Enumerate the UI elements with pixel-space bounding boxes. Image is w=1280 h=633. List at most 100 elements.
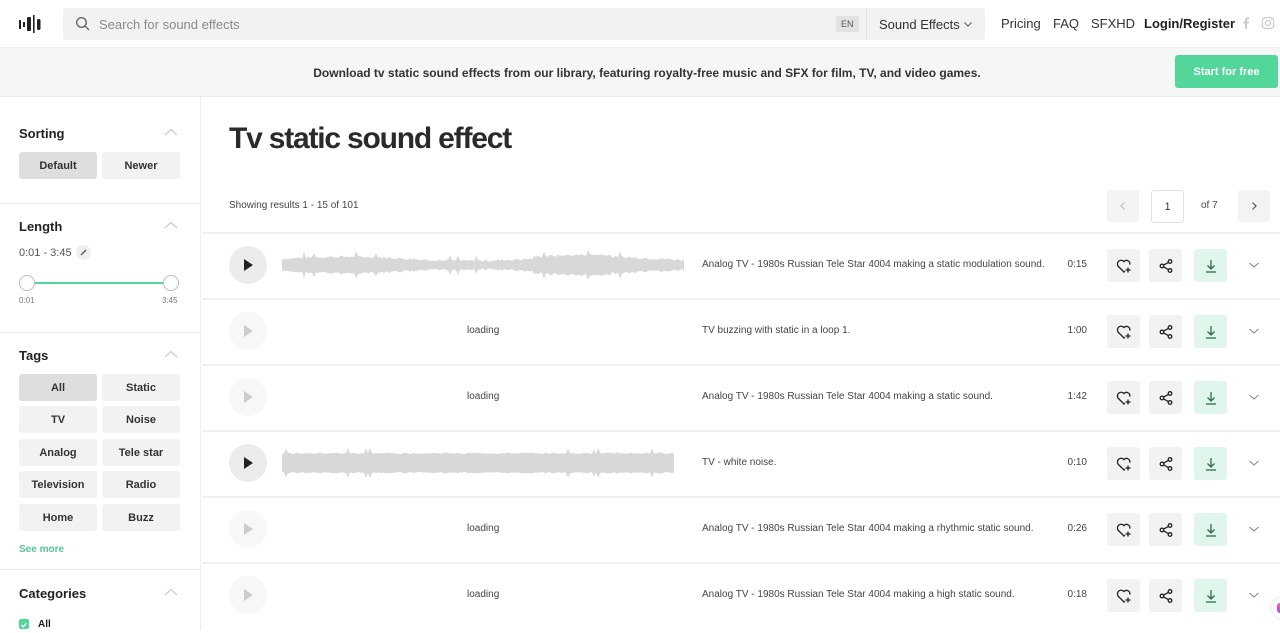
prev-page-button[interactable] <box>1107 190 1139 222</box>
tag-noise[interactable]: Noise <box>102 406 180 433</box>
tag-all[interactable]: All <box>19 374 97 401</box>
download-button[interactable] <box>1194 315 1227 348</box>
sound-row: loading TV buzzing with static in a loop… <box>202 298 1280 364</box>
category-dropdown[interactable]: Sound Effects <box>866 8 985 40</box>
chevron-up-icon[interactable] <box>164 128 178 136</box>
download-button[interactable] <box>1194 381 1227 414</box>
search-input[interactable] <box>99 16 819 32</box>
share-button[interactable] <box>1149 315 1182 348</box>
loading-text: loading <box>467 391 500 402</box>
start-for-free-button[interactable]: Start for free <box>1175 55 1278 88</box>
heart-plus-icon <box>1116 523 1130 537</box>
sort-default-button[interactable]: Default <box>19 152 97 179</box>
nav-faq[interactable]: FAQ <box>1053 16 1079 31</box>
favorite-button[interactable] <box>1107 315 1140 348</box>
favorite-button[interactable] <box>1107 513 1140 546</box>
top-header: EN Sound Effects Pricing FAQ SFXHD Login… <box>0 0 1280 48</box>
divider <box>0 203 201 204</box>
play-button[interactable] <box>229 378 267 416</box>
download-button[interactable] <box>1194 447 1227 480</box>
favorite-button[interactable] <box>1107 249 1140 282</box>
length-range-label: 0:01 - 3:45 <box>19 247 72 259</box>
share-button[interactable] <box>1149 249 1182 282</box>
expand-chevron-icon[interactable] <box>1248 459 1260 467</box>
search-bar: EN Sound Effects <box>63 8 985 40</box>
tag-static[interactable]: Static <box>102 374 180 401</box>
chevron-up-icon[interactable] <box>164 588 178 596</box>
share-button[interactable] <box>1149 447 1182 480</box>
page-number-input[interactable]: 1 <box>1151 190 1184 223</box>
favorite-button[interactable] <box>1107 447 1140 480</box>
sound-description[interactable]: Analog TV - 1980s Russian Tele Star 4004… <box>702 523 1033 534</box>
nav-sfxhd[interactable]: SFXHD <box>1091 16 1135 31</box>
site-logo-icon[interactable] <box>18 14 42 34</box>
see-more-tags-link[interactable]: See more <box>19 544 64 555</box>
expand-chevron-icon[interactable] <box>1248 327 1260 335</box>
edit-range-button[interactable] <box>76 245 91 260</box>
sound-description[interactable]: Analog TV - 1980s Russian Tele Star 4004… <box>702 589 1015 600</box>
chevron-up-icon[interactable] <box>164 350 178 358</box>
facebook-icon[interactable] <box>1239 16 1253 30</box>
download-button[interactable] <box>1194 249 1227 282</box>
play-button[interactable] <box>229 312 267 350</box>
categories-title: Categories <box>19 586 87 601</box>
sound-description[interactable]: TV buzzing with static in a loop 1. <box>702 325 850 336</box>
tag-television[interactable]: Television <box>19 471 97 498</box>
sound-duration: 0:10 <box>1067 457 1087 468</box>
next-page-button[interactable] <box>1238 190 1270 222</box>
sound-description[interactable]: Analog TV - 1980s Russian Tele Star 4004… <box>702 259 1045 270</box>
play-button[interactable] <box>229 444 267 482</box>
tag-analog[interactable]: Analog <box>19 439 97 466</box>
category-all-checkbox[interactable] <box>19 619 29 629</box>
download-icon <box>1205 391 1216 405</box>
promo-banner: Download tv static sound effects from ou… <box>0 48 1280 97</box>
instagram-icon[interactable] <box>1261 16 1275 30</box>
sound-description[interactable]: TV - white noise. <box>702 457 776 468</box>
waveform-shape <box>282 447 674 479</box>
play-icon <box>244 325 253 337</box>
waveform[interactable] <box>282 249 687 281</box>
pencil-icon <box>80 249 87 256</box>
heart-plus-icon <box>1116 589 1130 603</box>
share-button[interactable] <box>1149 381 1182 414</box>
length-slider-min-handle[interactable] <box>19 275 35 291</box>
checkmark-icon <box>21 622 27 628</box>
expand-chevron-icon[interactable] <box>1248 393 1260 401</box>
expand-chevron-icon[interactable] <box>1248 591 1260 599</box>
sound-duration: 0:15 <box>1067 259 1087 270</box>
tags-title: Tags <box>19 348 49 363</box>
chevron-right-icon <box>1252 202 1257 210</box>
nav-pricing[interactable]: Pricing <box>1001 16 1041 31</box>
chevron-up-icon[interactable] <box>164 221 178 229</box>
loading-text: loading <box>467 325 500 336</box>
login-register-link[interactable]: Login/Register <box>1144 16 1235 31</box>
tag-tv[interactable]: TV <box>19 406 97 433</box>
download-icon <box>1205 259 1216 273</box>
download-button[interactable] <box>1194 579 1227 612</box>
favorite-button[interactable] <box>1107 381 1140 414</box>
download-button[interactable] <box>1194 513 1227 546</box>
category-dropdown-label: Sound Effects <box>879 16 960 32</box>
share-icon <box>1159 324 1172 339</box>
sound-description[interactable]: Analog TV - 1980s Russian Tele Star 4004… <box>702 391 993 402</box>
play-button[interactable] <box>229 510 267 548</box>
expand-chevron-icon[interactable] <box>1248 525 1260 533</box>
play-button[interactable] <box>229 576 267 614</box>
tag-buzz[interactable]: Buzz <box>102 504 180 531</box>
waveform[interactable] <box>282 447 687 479</box>
sound-row: Analog TV - 1980s Russian Tele Star 4004… <box>202 232 1280 298</box>
length-slider-track[interactable] <box>27 282 171 284</box>
tag-radio[interactable]: Radio <box>102 471 180 498</box>
category-all-label: All <box>38 619 51 630</box>
language-badge[interactable]: EN <box>836 16 859 32</box>
play-button[interactable] <box>229 246 267 284</box>
tag-tele-star[interactable]: Tele star <box>102 439 180 466</box>
heart-plus-icon <box>1116 259 1130 273</box>
share-button[interactable] <box>1149 579 1182 612</box>
sort-newer-button[interactable]: Newer <box>102 152 180 179</box>
share-button[interactable] <box>1149 513 1182 546</box>
length-slider-max-handle[interactable] <box>163 275 179 291</box>
tag-home[interactable]: Home <box>19 504 97 531</box>
expand-chevron-icon[interactable] <box>1248 261 1260 269</box>
favorite-button[interactable] <box>1107 579 1140 612</box>
